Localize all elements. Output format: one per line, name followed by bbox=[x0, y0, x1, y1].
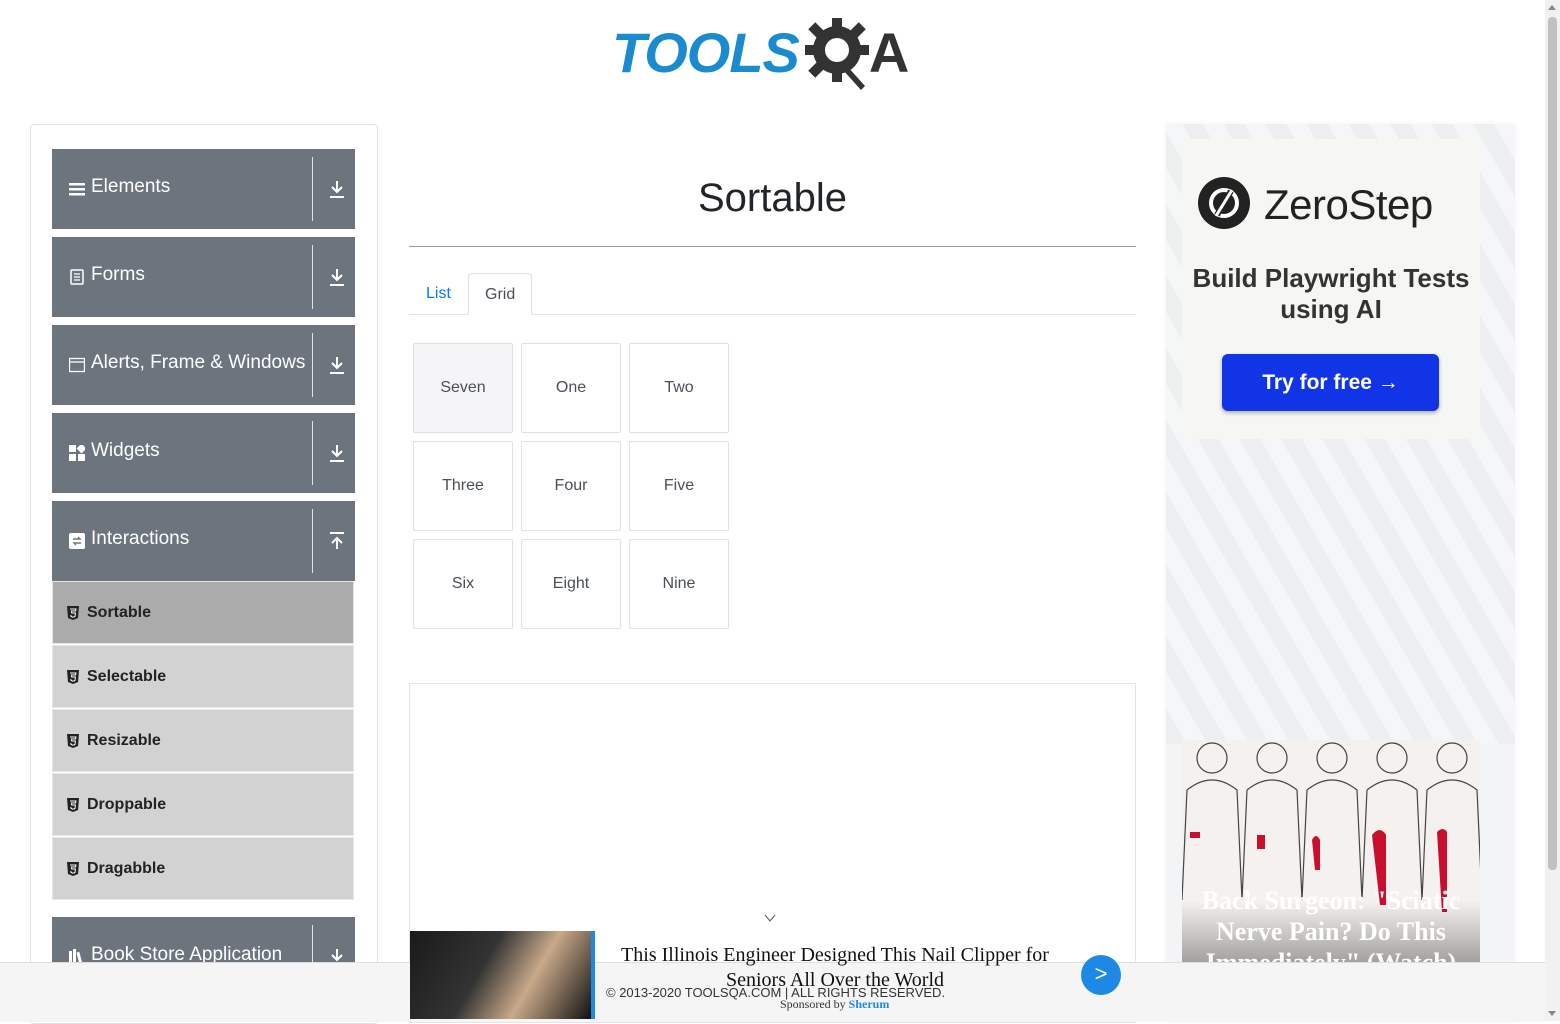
scroll-up-icon[interactable] bbox=[1548, 5, 1556, 10]
tab-grid[interactable]: Grid bbox=[468, 273, 533, 315]
zerostep-logo-icon bbox=[1198, 177, 1250, 229]
download-icon[interactable] bbox=[328, 355, 346, 375]
sidebar-group-label: Forms bbox=[91, 264, 145, 285]
document-icon bbox=[70, 269, 84, 285]
sidebar-item-label: Resizable bbox=[87, 732, 161, 749]
zerostep-ad[interactable]: ZeroStep Build Playwright Tests using AI… bbox=[1182, 139, 1480, 439]
sidebar-group-label: Elements bbox=[91, 176, 171, 197]
grid-item[interactable]: Five bbox=[629, 441, 729, 531]
sponsor-name[interactable]: Sherum bbox=[849, 997, 890, 1011]
divider bbox=[312, 245, 313, 309]
sidebar-item-selectable[interactable]: Selectable bbox=[52, 645, 354, 708]
tab-bar: List Grid bbox=[409, 273, 1136, 315]
gear-logo-icon bbox=[804, 18, 869, 90]
divider bbox=[312, 157, 313, 221]
grid-item[interactable]: Four bbox=[521, 441, 621, 531]
bottom-ad[interactable]: This Illinois Engineer Designed This Nai… bbox=[410, 931, 1135, 1019]
download-icon[interactable] bbox=[328, 267, 346, 287]
sidebar-group-forms[interactable]: Forms bbox=[52, 237, 355, 317]
html5-icon bbox=[67, 670, 79, 684]
upload-icon[interactable] bbox=[328, 531, 346, 551]
sidebar-group-label: Alerts, Frame & Windows bbox=[91, 352, 306, 373]
sidebar-group-widgets[interactable]: Widgets bbox=[52, 413, 355, 493]
html5-icon bbox=[67, 734, 79, 748]
html5-icon bbox=[67, 862, 79, 876]
grid-item[interactable]: Seven bbox=[413, 343, 513, 433]
sidebar-item-resizable[interactable]: Resizable bbox=[52, 709, 354, 772]
html5-icon bbox=[67, 606, 79, 620]
sidebar-item-label: Sortable bbox=[87, 604, 152, 621]
toolsqa-logo[interactable]: TOOLS A bbox=[612, 14, 936, 90]
try-for-free-button[interactable]: Try for free → bbox=[1222, 354, 1439, 411]
scrollbar-thumb[interactable] bbox=[1548, 17, 1557, 870]
title-divider bbox=[409, 246, 1136, 247]
grid-item[interactable]: Three bbox=[413, 441, 513, 531]
sidebar-group-label: Interactions bbox=[91, 528, 190, 549]
tab-list[interactable]: List bbox=[410, 273, 467, 314]
divider bbox=[312, 509, 313, 573]
interactions-icon bbox=[69, 533, 85, 549]
logo-text-tools: TOOLS bbox=[612, 20, 800, 84]
next-arrow-button[interactable]: > bbox=[1081, 955, 1121, 995]
html5-icon bbox=[67, 798, 79, 812]
sidebar-item-label: Droppable bbox=[87, 796, 167, 813]
zerostep-tagline: Build Playwright Tests using AI bbox=[1192, 263, 1470, 324]
page-title: Sortable bbox=[698, 176, 847, 220]
sidebar-group-alerts[interactable]: Alerts, Frame & Windows bbox=[52, 325, 355, 405]
sidebar-item-label: Selectable bbox=[87, 668, 167, 685]
zerostep-brand: ZeroStep bbox=[1264, 181, 1433, 228]
download-icon[interactable] bbox=[328, 179, 346, 199]
sidebar-group-label: Widgets bbox=[91, 440, 160, 461]
sponsored-by: Sponsored by Sherum bbox=[780, 997, 889, 1012]
sponsored-prefix: Sponsored by bbox=[780, 997, 846, 1011]
divider bbox=[312, 421, 313, 485]
sidebar-item-droppable[interactable]: Droppable bbox=[52, 773, 354, 836]
scroll-down-icon[interactable] bbox=[1548, 1011, 1556, 1016]
divider bbox=[312, 333, 313, 397]
sidebar-item-sortable[interactable]: Sortable bbox=[52, 581, 354, 644]
sidebar-item-label: Dragabble bbox=[87, 860, 166, 877]
vertical-scrollbar[interactable] bbox=[1545, 0, 1560, 1021]
sidebar-group-elements[interactable]: Elements bbox=[52, 149, 355, 229]
chevron-down-icon[interactable] bbox=[764, 913, 776, 923]
widgets-icon bbox=[69, 445, 85, 461]
logo-text-a: A bbox=[868, 20, 910, 84]
bottom-ad-headline[interactable]: This Illinois Engineer Designed This Nai… bbox=[610, 943, 1060, 993]
grid-item[interactable]: One bbox=[521, 343, 621, 433]
menu-icon bbox=[69, 183, 85, 196]
sidebar-group-interactions[interactable]: Interactions bbox=[52, 501, 355, 581]
grid-item[interactable]: Nine bbox=[629, 539, 729, 629]
ad-accent-stripe bbox=[591, 931, 595, 1019]
window-icon bbox=[69, 357, 85, 373]
grid-item[interactable]: Six bbox=[413, 539, 513, 629]
nail-clipper-ad-image bbox=[410, 931, 591, 1019]
sidebar-item-dragabble[interactable]: Dragabble bbox=[52, 837, 354, 900]
grid-item[interactable]: Two bbox=[629, 343, 729, 433]
download-icon[interactable] bbox=[328, 443, 346, 463]
grid-item[interactable]: Eight bbox=[521, 539, 621, 629]
